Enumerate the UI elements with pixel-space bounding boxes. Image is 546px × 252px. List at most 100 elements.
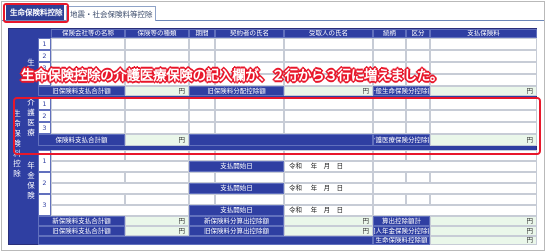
life-row-2-type-input[interactable]	[125, 50, 189, 62]
pension-row-1-premium-input[interactable]	[430, 150, 537, 161]
care-row-2-premium-input[interactable]	[430, 110, 537, 122]
pension-row-2-kbn-input[interactable]	[406, 172, 430, 183]
life-row-2-kbn-input[interactable]	[406, 50, 430, 62]
general-deduction-value: 円	[430, 86, 537, 96]
pension-row-3-blank	[51, 205, 189, 216]
life-row-1-recv-input[interactable]	[284, 38, 373, 50]
care-row-1-recv-input[interactable]	[284, 98, 373, 110]
pension-row-3-premium-input[interactable]	[430, 194, 537, 205]
pension-row-1-start-date[interactable]: 令和 年 月 日	[284, 161, 373, 172]
care-row-1-kbn-input[interactable]	[406, 98, 430, 110]
care-row-3-row-number: 3	[38, 122, 51, 134]
section-label-life-deduction: 生命保険料控除	[13, 109, 21, 178]
life-row-1-rel-input[interactable]	[373, 38, 406, 50]
pension-row-3-start-label: 支払開始日	[189, 205, 284, 216]
life-deduction-total-value: 円	[430, 236, 537, 245]
care-total-label: 保険料支払合計額	[38, 134, 125, 146]
care-row-2-kbn-input[interactable]	[406, 110, 430, 122]
pension-row-1-cont-input[interactable]	[215, 150, 284, 161]
calc-deduction-label: 算出控除額計	[373, 216, 430, 226]
pension-row-3-kbn-input[interactable]	[406, 194, 430, 205]
life-row-2-recv-input[interactable]	[284, 50, 373, 62]
care-row-2-rel-input[interactable]	[373, 110, 406, 122]
life-row-1-kbn-input[interactable]	[406, 38, 430, 50]
life-row-2-name-input[interactable]	[51, 50, 125, 62]
tab-life-insurance-deduction[interactable]: 生命保険料控除	[6, 4, 64, 20]
pension-row-3-name-input[interactable]	[51, 194, 125, 205]
pension-row-1-kbn-input[interactable]	[406, 150, 430, 161]
care-row-3-name-input[interactable]	[51, 122, 125, 134]
care-row-2-name-input[interactable]	[51, 110, 125, 122]
column-header-rel: 続柄	[373, 29, 406, 38]
life-row-1-name-input[interactable]	[51, 38, 125, 50]
care-row-1-premium-input[interactable]	[430, 98, 537, 110]
pension-new-total-label: 新保険料支払合計額	[38, 216, 125, 226]
life-deduction-total-label: 生命保険料控除額	[373, 236, 430, 245]
pension-row-2-recv-input[interactable]	[284, 172, 373, 183]
care-row-3-kbn-input[interactable]	[406, 122, 430, 134]
life-row-2-cont-input[interactable]	[215, 50, 284, 62]
care-row-1-type-input[interactable]	[125, 98, 189, 110]
calc-deduction-value: 円	[430, 216, 537, 226]
pension-row-2-type-input[interactable]	[125, 172, 189, 183]
care-row-1-cont-input[interactable]	[215, 98, 284, 110]
pension-row-2-period-input[interactable]	[189, 172, 215, 183]
life-row-1-row-number: 1	[38, 38, 51, 50]
care-row-1-period-input[interactable]	[189, 98, 215, 110]
pension-row-3-rel-input[interactable]	[373, 194, 406, 205]
pension-row-1-period-input[interactable]	[189, 150, 215, 161]
column-header-type: 保険等の種類	[125, 29, 189, 38]
life-old-alloc-value: 円	[284, 86, 373, 96]
life-old-alloc-label: 旧保険料分配控除額	[189, 86, 284, 96]
pension-row-3-period-input[interactable]	[189, 194, 215, 205]
life-insurance-form: 生命保険料控除 保険会社等の名称 保険等の種類 期間 契約者の氏名 受取人の氏名 続柄 区分支…	[8, 28, 537, 245]
pension-row-2-start-date[interactable]: 令和 年 月 日	[284, 183, 373, 194]
pension-row-1-name-input[interactable]	[51, 150, 125, 161]
pension-row-1-type-input[interactable]	[125, 150, 189, 161]
care-row-3-type-input[interactable]	[125, 122, 189, 134]
care-row-3-rel-input[interactable]	[373, 122, 406, 134]
life-old-total-label: 旧保険料支払合計額	[38, 86, 125, 96]
care-row-2-recv-input[interactable]	[284, 110, 373, 122]
pension-row-1-rel-input[interactable]	[373, 150, 406, 161]
life-row-1-period-input[interactable]	[189, 38, 215, 50]
life-row-1-type-input[interactable]	[125, 38, 189, 50]
care-row-3-period-input[interactable]	[189, 122, 215, 134]
care-row-1-rel-input[interactable]	[373, 98, 406, 110]
pension-row-3-start-date[interactable]: 令和 年 月 日	[284, 205, 373, 216]
pension-new-total-value: 円	[125, 216, 189, 226]
tab-earthquake-social-insurance[interactable]: 地震・社会保険料等控除	[66, 6, 156, 21]
care-row-2-type-input[interactable]	[125, 110, 189, 122]
life-row-2-premium-input[interactable]	[430, 50, 537, 62]
column-header-amt: 支払保険料	[430, 29, 537, 38]
pension-row-1-recv-input[interactable]	[284, 150, 373, 161]
announcement-banner: 生命保険控除の介護医療保険の記入欄が、２行から３行に増えました。	[21, 68, 444, 84]
pension-row-3-type-input[interactable]	[125, 194, 189, 205]
pension-row-1-blank2	[373, 161, 537, 172]
pension-row-2-premium-input[interactable]	[430, 172, 537, 183]
care-row-2-cont-input[interactable]	[215, 110, 284, 122]
care-total-value: 円	[125, 134, 189, 146]
life-row-2-period-input[interactable]	[189, 50, 215, 62]
care-row-1-name-input[interactable]	[51, 98, 125, 110]
pension-row-2-blank2	[373, 183, 537, 194]
pension-row-2-rel-input[interactable]	[373, 172, 406, 183]
pension-old-alloc-label: 旧保険料分算出控除額	[189, 226, 284, 236]
pension-row-3-number: 3	[38, 194, 51, 216]
pension-old-total-value: 円	[125, 226, 189, 236]
life-row-2-rel-input[interactable]	[373, 50, 406, 62]
care-row-2-period-input[interactable]	[189, 110, 215, 122]
column-header-recv: 受取人の氏名	[284, 29, 373, 38]
pension-row-3-cont-input[interactable]	[215, 194, 284, 205]
care-row-3-recv-input[interactable]	[284, 122, 373, 134]
care-row-3-premium-input[interactable]	[430, 122, 537, 134]
pension-row-3-recv-input[interactable]	[284, 194, 373, 205]
tab-strip: 生命保険料控除 地震・社会保険料等控除	[2, 2, 544, 21]
pension-row-2-name-input[interactable]	[51, 172, 125, 183]
group-label-pension: 年金保険	[27, 161, 35, 200]
care-row-3-cont-input[interactable]	[215, 122, 284, 134]
pension-row-2-cont-input[interactable]	[215, 172, 284, 183]
pension-old-total-label: 旧保険料支払合計額	[38, 226, 125, 236]
life-row-1-premium-input[interactable]	[430, 38, 537, 50]
life-row-1-cont-input[interactable]	[215, 38, 284, 50]
